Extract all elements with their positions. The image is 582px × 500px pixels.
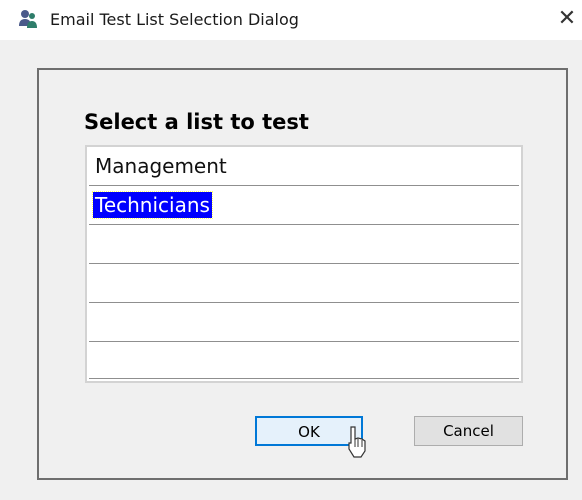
list-item-label xyxy=(93,309,97,311)
list-item[interactable] xyxy=(89,342,519,379)
list-item[interactable]: Management xyxy=(89,147,519,186)
list-item-selected[interactable]: Technicians xyxy=(89,186,519,225)
title-bar: Email Test List Selection Dialog ✕ xyxy=(0,0,582,40)
list-item-label: Management xyxy=(95,154,227,178)
mouse-pointer-icon xyxy=(346,425,368,459)
close-button[interactable]: ✕ xyxy=(552,3,582,35)
list-item[interactable] xyxy=(89,225,519,264)
close-icon: ✕ xyxy=(557,6,577,31)
list-item-label xyxy=(93,231,97,233)
list-listbox[interactable]: Management Technicians xyxy=(85,145,523,383)
window-title: Email Test List Selection Dialog xyxy=(50,10,299,29)
list-heading: Select a list to test xyxy=(84,110,309,134)
cancel-button[interactable]: Cancel xyxy=(414,416,523,446)
list-item[interactable] xyxy=(89,303,519,342)
list-item-label: Technicians xyxy=(92,191,213,219)
people-icon xyxy=(17,8,39,30)
list-item-label xyxy=(93,270,97,272)
list-item[interactable] xyxy=(89,264,519,303)
list-item-label xyxy=(93,348,97,350)
